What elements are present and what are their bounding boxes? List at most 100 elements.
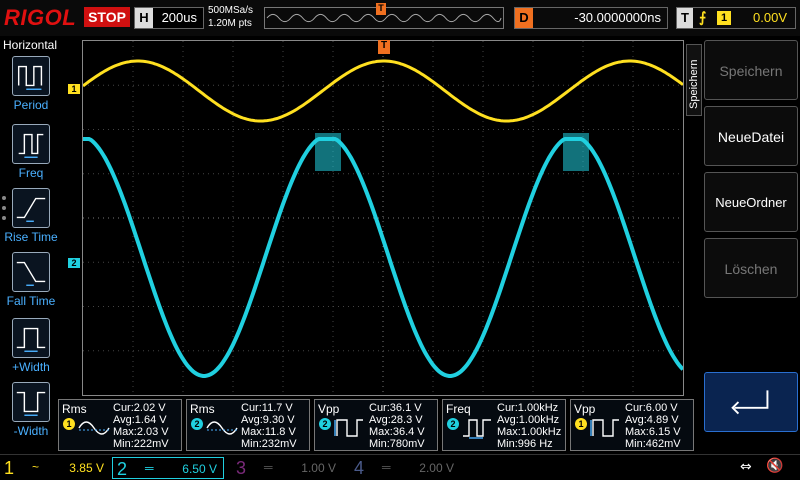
average-value: Avg:1.00kHz <box>497 414 560 426</box>
speaker-muted-icon[interactable]: 🔇 <box>766 458 783 474</box>
channel-1-offset-marker[interactable]: 1 <box>68 84 80 94</box>
measurement-vpp-ch2[interactable]: Vpp 2 Cur:36.1 V Avg:28.3 V Max:36.4 V M… <box>314 399 438 451</box>
channel-scale: 2.00 V <box>419 461 454 475</box>
negative-width-icon <box>12 382 50 422</box>
vpp-icon <box>590 419 619 437</box>
channel-4-tab[interactable]: 4 ═ 2.00 V <box>350 457 460 479</box>
ac-coupling-icon: ~ <box>32 460 40 474</box>
delay-value: -30.0000000ns <box>574 10 661 25</box>
current-value: Cur:2.02 V <box>113 402 166 414</box>
menu-item-freq[interactable]: Freq <box>0 124 60 188</box>
menu-item-label: -Width <box>13 424 49 438</box>
menu-item-fall-time[interactable]: Fall Time <box>0 252 60 316</box>
loeschen-button[interactable]: Löschen <box>704 238 798 298</box>
menu-title: Horizontal <box>2 38 58 52</box>
measurement-rms-ch1[interactable]: Rms 1 Cur:2.02 V Avg:1.64 V Max:2.03 V M… <box>58 399 182 451</box>
channel-scale: 3.85 V <box>69 461 104 475</box>
current-value: Cur:11.7 V <box>241 402 293 414</box>
neue-ordner-button[interactable]: NeueOrdner <box>704 172 798 232</box>
return-arrow-icon <box>731 390 769 415</box>
save-menu-panel: Speichern Speichern NeueDatei NeueOrdner… <box>686 36 800 454</box>
channel-2-tab[interactable]: 2 ═ 6.50 V <box>112 457 224 479</box>
measurement-channel: 2 <box>191 418 203 430</box>
measurement-channel: 1 <box>575 418 587 430</box>
dc-coupling-icon: ═ <box>382 460 391 474</box>
measurement-values: Cur:6.00 V Avg:4.89 V Max:6.15 V Min:462… <box>625 402 681 450</box>
trigger-display[interactable]: T ⨍ 1 0.00V <box>676 7 796 29</box>
trigger-time-marker[interactable]: T <box>378 40 390 54</box>
trigger-channel: 1 <box>717 11 731 25</box>
min-value: Min:780mV <box>369 438 425 450</box>
period-icon <box>12 56 50 96</box>
menu-item-label: Rise Time <box>4 230 58 244</box>
channel-scale: 1.00 V <box>301 461 336 475</box>
run-stop-status[interactable]: STOP <box>84 7 130 27</box>
measurement-name: Rms <box>62 402 87 416</box>
average-value: Avg:28.3 V <box>369 414 423 426</box>
channel-1-tab[interactable]: 1 ~ 3.85 V <box>0 457 110 479</box>
waveform-display[interactable] <box>82 40 684 396</box>
channel-number: 4 <box>354 458 365 478</box>
min-value: Min:232mV <box>241 438 297 450</box>
memory-depth: 1.20M pts <box>208 18 252 29</box>
channel-number: 2 <box>117 459 128 479</box>
channel-2-glitch-band <box>315 133 341 171</box>
dc-coupling-icon: ═ <box>145 461 154 475</box>
acquisition-info: 500MSa/s 1.20M pts <box>208 4 253 30</box>
menu-item-label: Period <box>13 98 49 112</box>
timebase-display[interactable]: H 200us <box>134 7 204 29</box>
menu-item-positive-width[interactable]: +Width <box>0 318 60 382</box>
channel-1-trace <box>83 59 683 123</box>
menu-tab-speichern[interactable]: Speichern <box>686 44 702 116</box>
average-value: Avg:1.64 V <box>113 414 167 426</box>
measurement-values: Cur:11.7 V Avg:9.30 V Max:11.8 V Min:232… <box>241 402 297 450</box>
measurement-freq-ch2[interactable]: Freq 2 Cur:1.00kHz Avg:1.00kHz Max:1.00k… <box>442 399 566 451</box>
rising-edge-icon: ⨍ <box>699 9 707 25</box>
menu-item-period[interactable]: Period <box>0 56 60 120</box>
menu-tab-label: Speichern <box>688 59 700 109</box>
oscilloscope-screen: RIGOL STOP H 200us 500MSa/s 1.20M pts T … <box>0 0 800 480</box>
menu-item-label: Fall Time <box>6 294 56 308</box>
channel-number: 1 <box>4 458 15 478</box>
rms-icon <box>78 421 110 435</box>
current-value: Cur:36.1 V <box>369 402 422 414</box>
menu-item-negative-width[interactable]: -Width <box>0 382 60 446</box>
channel-scale: 6.50 V <box>182 462 217 476</box>
measurement-results: Rms 1 Cur:2.02 V Avg:1.64 V Max:2.03 V M… <box>58 399 698 453</box>
trigger-key: T <box>677 8 693 28</box>
rise-time-icon <box>12 188 50 228</box>
channel-2-offset-marker[interactable]: 2 <box>68 258 80 268</box>
average-value: Avg:4.89 V <box>625 414 679 426</box>
measurement-name: Vpp <box>318 402 340 416</box>
vpp-icon <box>334 419 363 437</box>
trigger-position-marker[interactable]: T <box>376 3 386 15</box>
brand-logo: RIGOL <box>4 5 77 30</box>
waveform-traces <box>83 59 683 378</box>
measurement-channel: 1 <box>63 418 75 430</box>
channel-3-tab[interactable]: 3 ═ 1.00 V <box>232 457 342 479</box>
speichern-button[interactable]: Speichern <box>704 40 798 100</box>
usb-icon: ⇔ <box>740 459 752 475</box>
menu-item-rise-time[interactable]: Rise Time <box>0 188 60 252</box>
trigger-level: 0.00V <box>753 10 787 25</box>
frequency-icon <box>463 419 491 439</box>
current-value: Cur:1.00kHz <box>497 402 559 414</box>
dc-coupling-icon: ═ <box>264 460 273 474</box>
horizontal-measure-menu: Horizontal Period Freq Rise Time Fall Ti… <box>0 36 60 454</box>
channel-2-glitch-band <box>563 133 589 171</box>
measurement-values: Cur:2.02 V Avg:1.64 V Max:2.03 V Min:222… <box>113 402 169 450</box>
menu-item-label: Freq <box>18 166 44 180</box>
min-value: Min:222mV <box>113 438 169 450</box>
measurement-values: Cur:36.1 V Avg:28.3 V Max:36.4 V Min:780… <box>369 402 425 450</box>
measurement-name: Freq <box>446 402 471 416</box>
timebase-value: 200us <box>161 10 197 25</box>
neue-datei-button[interactable]: NeueDatei <box>704 106 798 166</box>
back-button[interactable] <box>704 372 798 432</box>
channel-status-bar: 1 ~ 3.85 V 2 ═ 6.50 V 3 ═ 1.00 V 4 ═ 2.0… <box>0 454 800 480</box>
button-label: NeueDatei <box>717 129 785 145</box>
measurement-vpp-ch1[interactable]: Vpp 1 Cur:6.00 V Avg:4.89 V Max:6.15 V M… <box>570 399 694 451</box>
measurement-name: Rms <box>190 402 215 416</box>
measurement-rms-ch2[interactable]: Rms 2 Cur:11.7 V Avg:9.30 V Max:11.8 V M… <box>186 399 310 451</box>
delay-display[interactable]: D -30.0000000ns <box>514 7 668 29</box>
positive-width-icon <box>12 318 50 358</box>
